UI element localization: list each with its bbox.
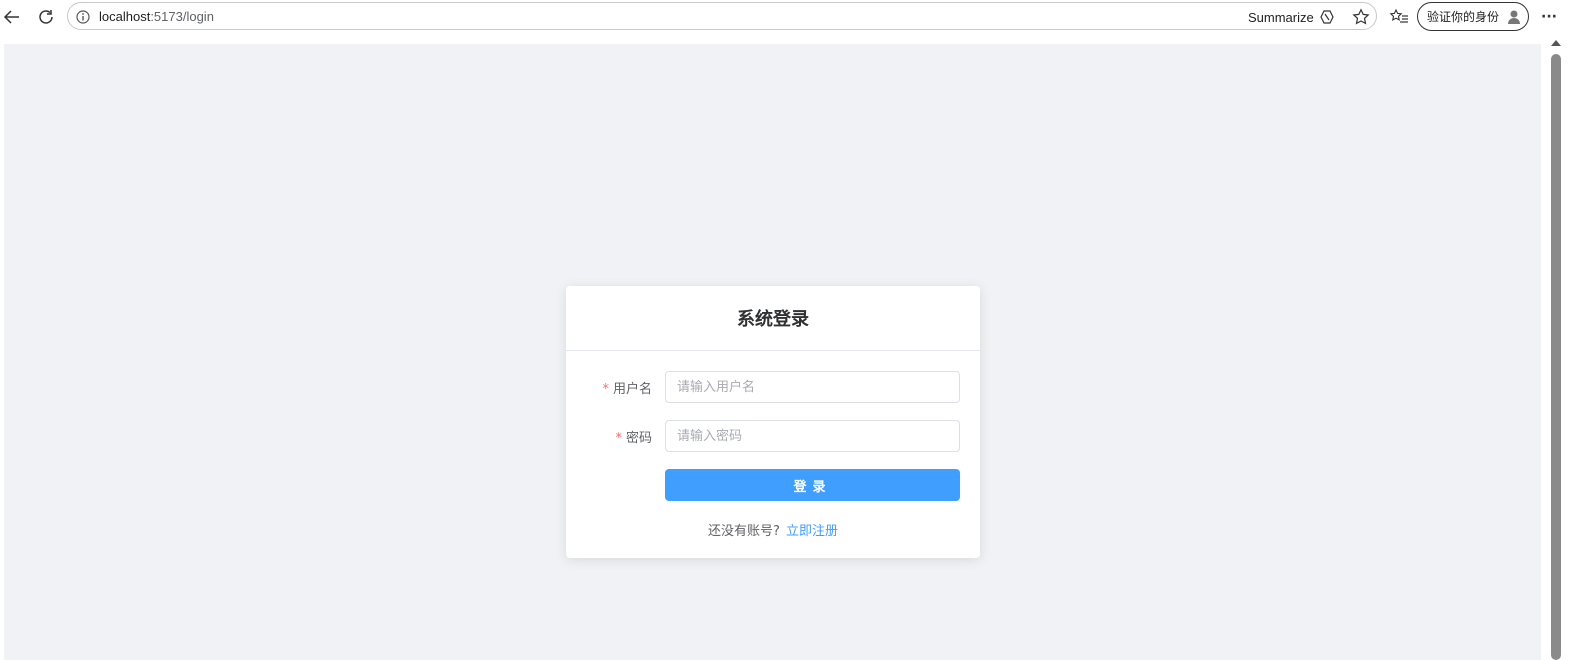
scrollbar-thumb[interactable] — [1551, 54, 1561, 660]
profile-label: 验证你的身份 — [1427, 10, 1500, 24]
url-path: :5173/login — [150, 9, 214, 24]
password-label: * 密码 — [615, 427, 652, 446]
username-row: * 用户名 — [566, 371, 980, 403]
address-bar[interactable]: localhost:5173/login Summarize — [67, 2, 1377, 30]
reload-icon[interactable] — [34, 5, 58, 29]
back-icon[interactable] — [0, 5, 24, 29]
viewport-frame — [0, 36, 1592, 44]
username-label: * 用户名 — [602, 378, 652, 397]
browser-toolbar: localhost:5173/login Summarize 验证你的身份 ··… — [0, 0, 1592, 36]
avatar-icon — [1507, 9, 1521, 28]
summarize-label: Summarize — [1248, 10, 1314, 25]
page-title: 系统登录 — [737, 309, 809, 330]
profile-button[interactable]: 验证你的身份 — [1417, 2, 1529, 31]
password-row: * 密码 — [566, 420, 980, 452]
favorites-list-icon[interactable] — [1387, 5, 1411, 29]
card-header: 系统登录 — [566, 286, 980, 351]
register-prompt: 还没有账号? — [708, 524, 780, 539]
favorite-star-icon[interactable] — [1352, 8, 1370, 30]
username-label-text: 用户名 — [612, 382, 652, 397]
info-icon[interactable] — [76, 9, 90, 28]
password-label-text: 密码 — [625, 431, 652, 446]
more-menu-icon[interactable]: ··· — [1537, 5, 1561, 29]
required-mark: * — [615, 431, 622, 446]
more-label: ··· — [1541, 9, 1557, 25]
required-mark: * — [602, 382, 609, 397]
scroll-up-arrow-icon[interactable] — [1551, 40, 1561, 46]
address-url[interactable]: localhost:5173/login — [99, 9, 214, 24]
register-prompt-line: 还没有账号? 立即注册 — [566, 520, 980, 539]
login-card: 系统登录 *用户名 *密码 登录 还没有账号?立即注册 — [566, 286, 980, 558]
url-host: localhost — [99, 9, 151, 24]
register-link[interactable]: 立即注册 — [786, 524, 838, 539]
username-input[interactable] — [665, 371, 960, 403]
password-input[interactable] — [665, 420, 960, 452]
summarize-button[interactable]: Summarize — [1248, 9, 1335, 25]
copilot-icon — [1320, 10, 1335, 24]
login-button[interactable]: 登录 — [665, 469, 960, 501]
